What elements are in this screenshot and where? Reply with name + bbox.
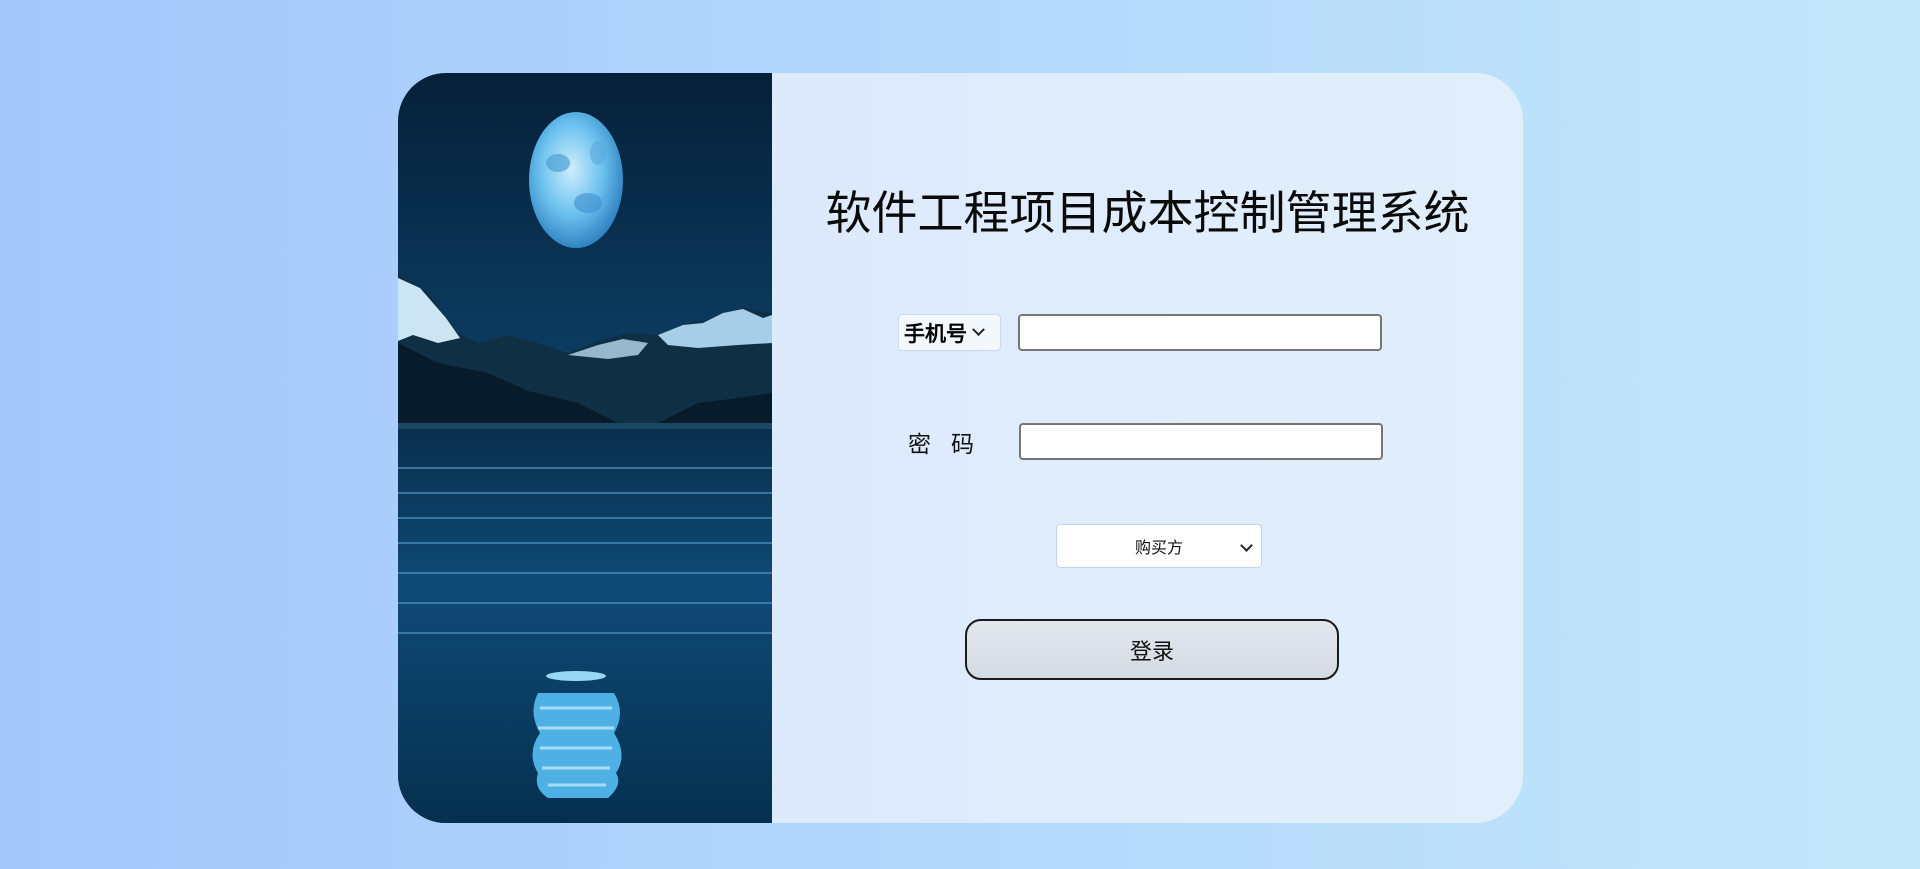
password-label: 密码 — [908, 432, 994, 458]
login-card: 软件工程项目成本控制管理系统 手机号 密码 购买方 登录 — [398, 73, 1523, 823]
page-title: 软件工程项目成本控制管理系统 — [825, 186, 1470, 240]
login-button[interactable]: 登录 — [965, 619, 1339, 680]
account-type-label: 手机号 — [904, 321, 967, 346]
chevron-down-icon — [1240, 539, 1253, 552]
phone-input[interactable] — [1018, 314, 1382, 351]
role-select[interactable]: 购买方 — [1056, 524, 1262, 568]
account-type-select[interactable]: 手机号 — [898, 314, 1001, 351]
password-input[interactable] — [1019, 423, 1383, 460]
login-panel: 软件工程项目成本控制管理系统 手机号 密码 购买方 登录 — [772, 73, 1523, 823]
moon-lake-illustration-icon — [398, 73, 772, 823]
chevron-down-icon — [972, 323, 985, 337]
role-select-value: 购买方 — [1134, 538, 1183, 557]
